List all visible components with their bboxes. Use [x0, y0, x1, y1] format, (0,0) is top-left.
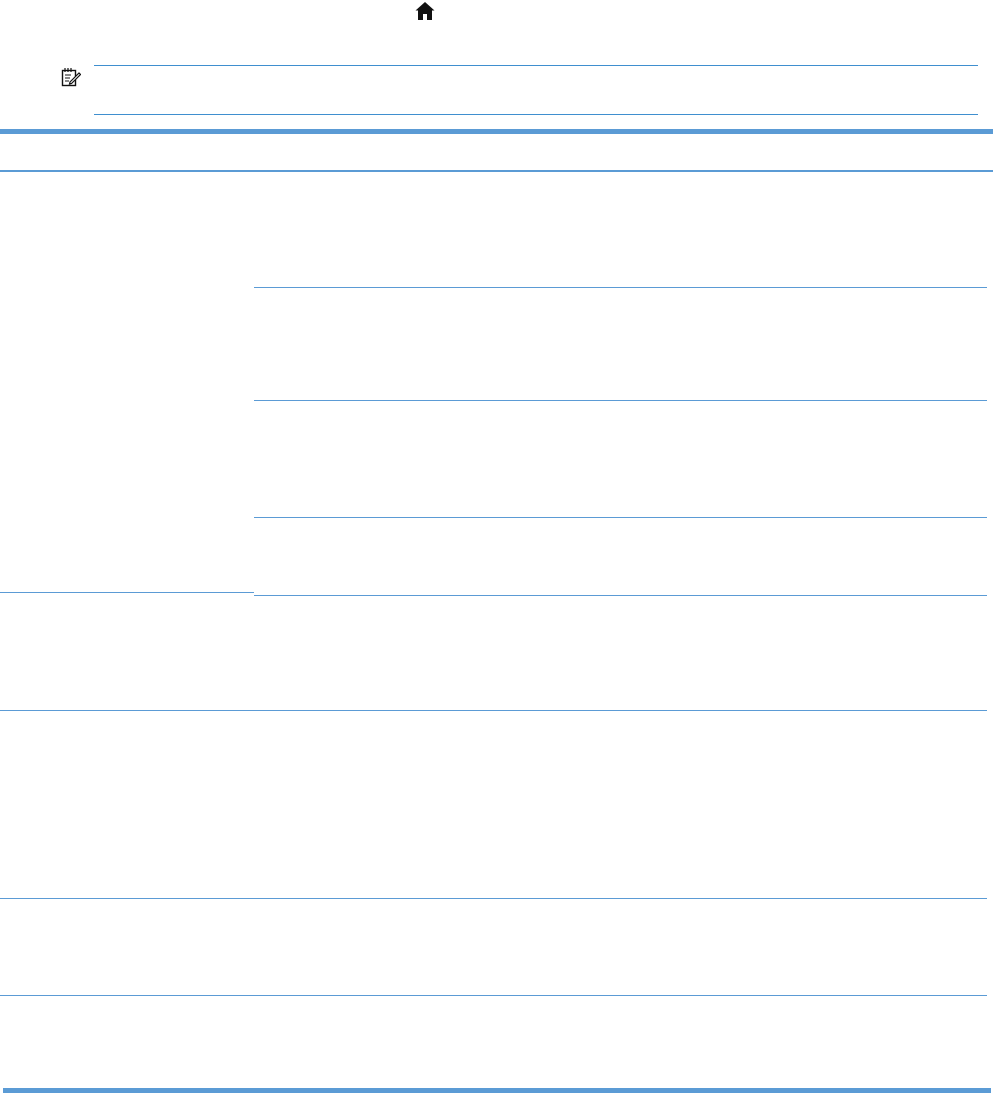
row-divider: [254, 517, 987, 518]
row-divider: [254, 287, 987, 288]
row-divider: [254, 400, 987, 401]
row-divider: [0, 592, 254, 593]
table-header: [0, 135, 993, 170]
home-icon: [414, 0, 436, 22]
note-top-rule: [94, 65, 978, 66]
row-divider: [0, 710, 987, 711]
table-bottom-rule: [3, 1088, 991, 1093]
note-bottom-rule: [94, 114, 978, 115]
row-divider: [254, 595, 987, 596]
table-top-rule: [0, 129, 993, 134]
note-icon: [61, 67, 82, 87]
row-divider: [0, 898, 987, 899]
header-rule: [0, 170, 993, 172]
row-divider: [0, 995, 987, 996]
